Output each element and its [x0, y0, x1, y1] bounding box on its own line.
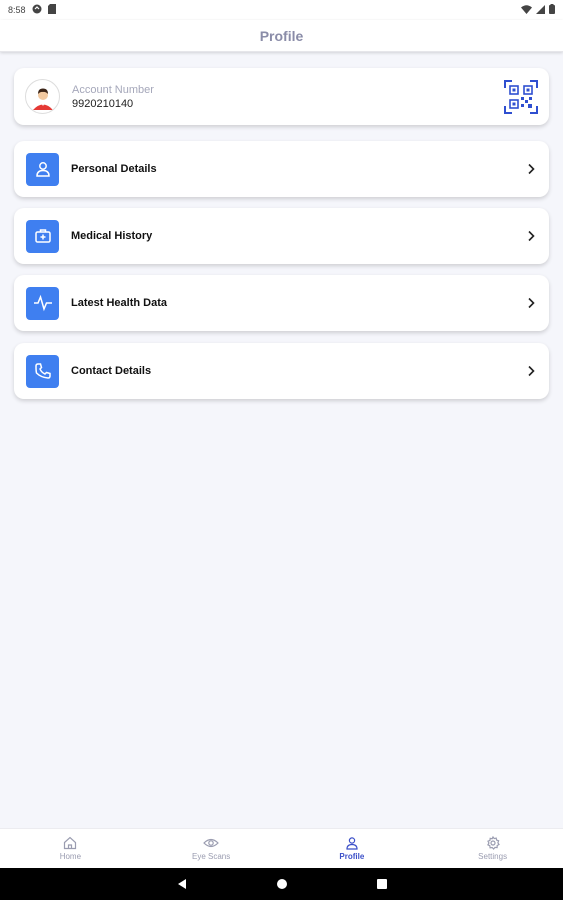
account-number-label: Account Number [72, 83, 154, 96]
medical-history-item[interactable]: Medical History [14, 208, 549, 264]
nav-settings-label: Settings [478, 852, 508, 861]
person-icon [26, 152, 59, 186]
nav-home-label: Home [59, 852, 82, 861]
latest-health-data-label: Latest Health Data [71, 297, 167, 309]
recents-icon[interactable] [372, 874, 392, 894]
qr-code-icon[interactable] [504, 79, 538, 114]
signal-icon [536, 4, 545, 16]
nav-eye-scans-label: Eye Scans [192, 852, 231, 861]
battery-icon [549, 4, 555, 16]
person-icon [346, 837, 358, 850]
chevron-right-icon [525, 229, 537, 243]
latest-health-data-item[interactable]: Latest Health Data [14, 275, 549, 331]
avatar [25, 79, 60, 114]
phone-icon [26, 354, 59, 388]
status-bar: 8:58 [0, 0, 563, 20]
gear-icon [486, 836, 500, 850]
nav-home[interactable]: Home [0, 829, 141, 868]
contact-details-label: Contact Details [71, 365, 152, 377]
system-nav-bar [0, 868, 563, 900]
back-icon[interactable] [172, 874, 192, 894]
app-header: Profile [0, 20, 563, 52]
nav-settings[interactable]: Settings [422, 829, 563, 868]
medical-history-label: Medical History [71, 230, 153, 242]
status-time: 8:58 [8, 5, 26, 15]
home-icon [64, 836, 77, 850]
wifi-icon [521, 4, 532, 16]
chevron-right-icon [525, 364, 537, 378]
medical-kit-icon [26, 219, 59, 253]
personal-details-label: Personal Details [71, 163, 157, 175]
account-card: Account Number 9920210140 [14, 68, 549, 125]
page-title: Profile [259, 27, 304, 44]
account-number-value: 9920210140 [72, 97, 134, 110]
chevron-right-icon [525, 296, 537, 310]
personal-details-item[interactable]: Personal Details [14, 141, 549, 197]
nav-profile-label: Profile [339, 852, 365, 861]
pulse-icon [26, 286, 59, 320]
contact-details-item[interactable]: Contact Details [14, 343, 549, 399]
eye-icon [203, 838, 219, 848]
nav-eye-scans[interactable]: Eye Scans [141, 829, 282, 868]
sync-icon [32, 4, 42, 16]
bottom-nav: Home Eye Scans Profile Settings [0, 828, 563, 868]
sd-card-icon [47, 4, 56, 16]
chevron-right-icon [525, 162, 537, 176]
nav-profile[interactable]: Profile [282, 829, 423, 868]
home-button-icon[interactable] [272, 874, 292, 894]
